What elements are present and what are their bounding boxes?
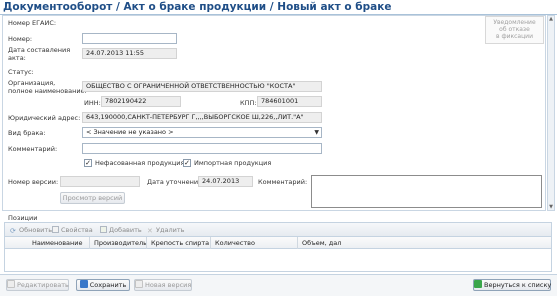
- positions-toolbar: ⟳ Обновить Свойства Добавить ✕ Удалить: [5, 223, 551, 237]
- date-label-line2: акта:: [8, 54, 26, 62]
- inn-label: ИНН:: [84, 99, 101, 107]
- kpp-field: 784601001: [257, 96, 322, 107]
- column-header[interactable]: Наименование: [32, 239, 83, 247]
- imported-label: Импортная продукция: [194, 159, 272, 167]
- date-field: 24.07.2013 11:55: [82, 48, 177, 59]
- save-label: Сохранить: [89, 281, 127, 289]
- properties-button[interactable]: Свойства: [52, 226, 93, 234]
- page-title: Документооборот / Акт о браке продукции …: [3, 1, 392, 13]
- version-field: [60, 176, 140, 187]
- refusal-notice-line2: об отказе: [499, 26, 530, 33]
- add-label: Добавить: [109, 226, 142, 234]
- status-label: Статус:: [8, 68, 34, 76]
- add-button[interactable]: Добавить: [100, 226, 142, 234]
- new-version-label: Новая версия: [145, 281, 192, 289]
- org-label-line1: Организация,: [8, 79, 56, 87]
- positions-section-label: Позиции: [8, 214, 38, 222]
- refusal-notice-button[interactable]: Уведомление об отказе в фиксации: [485, 16, 544, 44]
- imported-checkbox[interactable]: ✓: [183, 159, 191, 167]
- scroll-down-icon[interactable]: ▼: [548, 204, 554, 210]
- unpacked-label: Нефасованная продукция: [95, 159, 185, 167]
- delete-icon: ✕: [147, 227, 153, 235]
- refusal-notice-line3: в фиксации: [496, 33, 533, 40]
- defect-type-select[interactable]: < Значение не указано > ▼: [82, 127, 322, 138]
- org-name-field: ОБЩЕСТВО С ОГРАНИЧЕННОЙ ОТВЕТСТВЕННОСТЬЮ…: [82, 81, 322, 92]
- new-version-button[interactable]: Новая версия: [134, 279, 192, 291]
- back-arrow-icon: [474, 280, 482, 288]
- back-to-list-label: Вернуться к списку: [484, 281, 552, 289]
- form-scrollbar[interactable]: ▲ ▼: [547, 15, 555, 211]
- column-header[interactable]: Количество: [215, 239, 255, 247]
- version-comment-label: Комментарий:: [258, 178, 308, 186]
- title-bar: Документооборот / Акт о браке продукции …: [0, 0, 557, 15]
- edit-icon: [7, 280, 15, 288]
- inn-field: 7802190422: [101, 96, 181, 107]
- edit-button[interactable]: Редактировать: [6, 279, 69, 291]
- number-input[interactable]: [82, 33, 177, 44]
- defect-type-value: < Значение не указано >: [86, 128, 174, 136]
- save-icon: [79, 280, 88, 288]
- properties-label: Свойства: [61, 226, 93, 234]
- back-to-list-button[interactable]: Вернуться к списку: [473, 279, 551, 291]
- egais-label: Номер ЕГАИС:: [8, 19, 57, 27]
- add-icon: [100, 226, 107, 233]
- kpp-label: КПП:: [240, 99, 257, 107]
- comment-input[interactable]: [82, 143, 322, 154]
- refresh-button[interactable]: ⟳ Обновить: [10, 226, 52, 235]
- defect-type-label: Вид брака:: [8, 129, 46, 137]
- address-field: 643,190000,САНКТ-ПЕТЕРБУРГ Г,,,,ВЫБОРГСК…: [82, 112, 322, 123]
- refresh-label: Обновить: [19, 226, 53, 234]
- column-header[interactable]: Крепость спирта: [151, 239, 209, 247]
- comment-label: Комментарий:: [8, 145, 58, 153]
- refresh-icon: ⟳: [10, 227, 16, 235]
- positions-grid: ⟳ Обновить Свойства Добавить ✕ Удалить Наи…: [4, 222, 552, 272]
- version-comment-box: [311, 175, 542, 208]
- column-header[interactable]: Производитель: [94, 239, 147, 247]
- chevron-down-icon[interactable]: ▼: [314, 128, 319, 137]
- delete-label: Удалить: [156, 226, 185, 234]
- org-label-line2: полное наименование:: [8, 87, 87, 95]
- version-label: Номер версии:: [8, 178, 59, 186]
- edit-label: Редактировать: [17, 281, 69, 289]
- address-label: Юридический адрес:: [8, 114, 81, 122]
- view-versions-button[interactable]: Просмотр версий: [60, 192, 125, 204]
- properties-icon: [52, 226, 59, 233]
- date-label-line1: Дата составления: [8, 46, 71, 54]
- unpacked-checkbox[interactable]: ✓: [84, 159, 92, 167]
- number-label: Номер:: [8, 35, 33, 43]
- save-button[interactable]: Сохранить: [76, 279, 130, 291]
- new-version-icon: [135, 280, 143, 288]
- refine-date-label: Дата уточнения:: [147, 178, 205, 186]
- column-header[interactable]: Объем, дал: [302, 239, 341, 247]
- scroll-up-icon[interactable]: ▲: [548, 16, 554, 22]
- delete-button[interactable]: ✕ Удалить: [147, 226, 184, 235]
- positions-header: Наименование Производитель Крепость спир…: [5, 237, 551, 249]
- bottom-toolbar: Редактировать Сохранить Новая версия Вер…: [0, 274, 557, 296]
- refusal-notice-line1: Уведомление: [493, 19, 536, 26]
- refine-date-field: 24.07.2013: [198, 176, 253, 187]
